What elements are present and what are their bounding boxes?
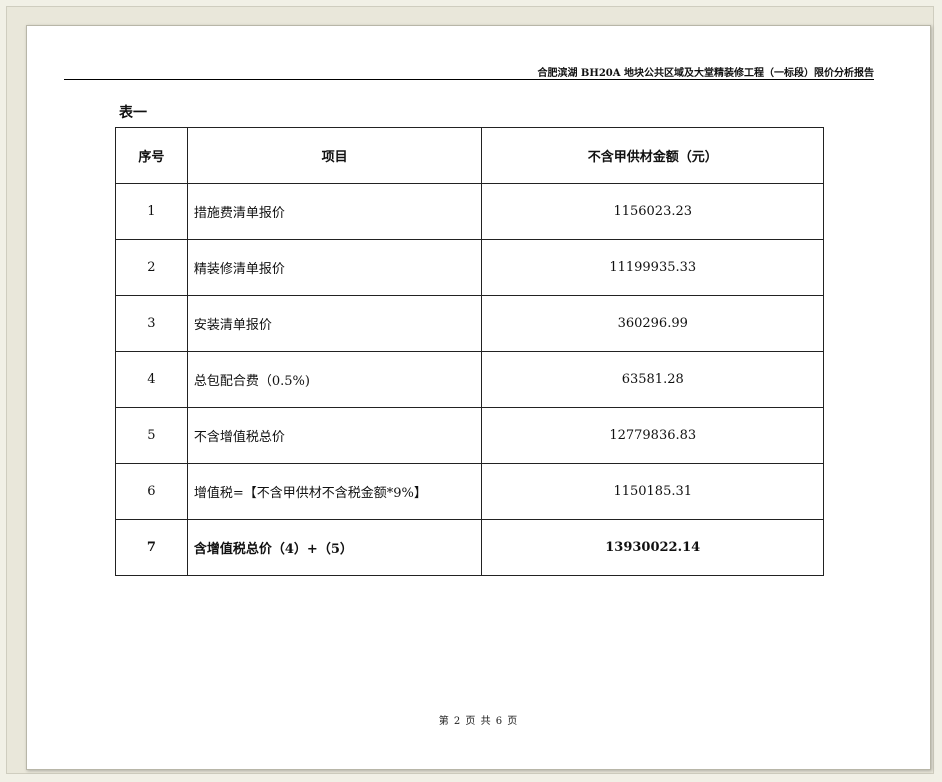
row-amount: 11199935.33: [481, 239, 824, 296]
table-row: 2 精装修清单报价 11199935.33: [115, 239, 824, 296]
report-header-title: 合肥滨湖 BH20A 地块公共区域及大堂精装修工程（一标段）限价分析报告: [537, 68, 874, 79]
column-header-item: 项目: [186, 127, 483, 184]
table-row: 4 总包配合费（0.5%) 63581.28: [115, 351, 824, 408]
row-number: 4: [115, 351, 188, 408]
row-amount: 360296.99: [481, 295, 824, 352]
row-item: 安装清单报价: [186, 295, 483, 352]
table-row: 1 措施费清单报价 1156023.23: [115, 183, 824, 240]
row-item: 总包配合费（0.5%): [186, 351, 483, 408]
row-amount: 1156023.23: [481, 183, 824, 240]
document-page: 合肥滨湖 BH20A 地块公共区域及大堂精装修工程（一标段）限价分析报告 表一 …: [26, 25, 931, 770]
header-divider: [64, 79, 874, 80]
row-item: 精装修清单报价: [186, 239, 483, 296]
viewer-background: 合肥滨湖 BH20A 地块公共区域及大堂精装修工程（一标段）限价分析报告 表一 …: [6, 6, 934, 774]
row-number: 6: [115, 463, 188, 520]
page-indicator: 第 2 页 共 6 页: [438, 716, 519, 727]
row-item: 增值税=【不含甲供材不含税金额*9%】: [186, 463, 483, 520]
row-amount: 63581.28: [481, 351, 824, 408]
row-item: 措施费清单报价: [186, 183, 483, 240]
row-number: 5: [115, 407, 188, 464]
column-header-amount: 不含甲供材金额（元）: [481, 127, 824, 184]
row-item: 含增值税总价（4）+（5）: [186, 519, 483, 576]
row-amount: 1150185.31: [481, 463, 824, 520]
table-row: 3 安装清单报价 360296.99: [115, 295, 824, 352]
row-amount: 12779836.83: [481, 407, 824, 464]
row-amount: 13930022.14: [481, 519, 824, 576]
row-number: 2: [115, 239, 188, 296]
table-row: 6 增值税=【不含甲供材不含税金额*9%】 1150185.31: [115, 463, 824, 520]
table-total-row: 7 含增值税总价（4）+（5） 13930022.14: [115, 519, 824, 576]
table-caption: 表一: [119, 105, 147, 121]
table-row: 5 不含增值税总价 12779836.83: [115, 407, 824, 464]
row-number: 3: [115, 295, 188, 352]
row-number: 1: [115, 183, 188, 240]
row-number: 7: [115, 519, 188, 576]
row-item: 不含增值税总价: [186, 407, 483, 464]
table-header-row: 序号 项目 不含甲供材金额（元）: [115, 127, 824, 184]
column-header-number: 序号: [115, 127, 188, 184]
price-summary-table: 序号 项目 不含甲供材金额（元） 1 措施费清单报价 1156023.23 2 …: [115, 127, 824, 576]
